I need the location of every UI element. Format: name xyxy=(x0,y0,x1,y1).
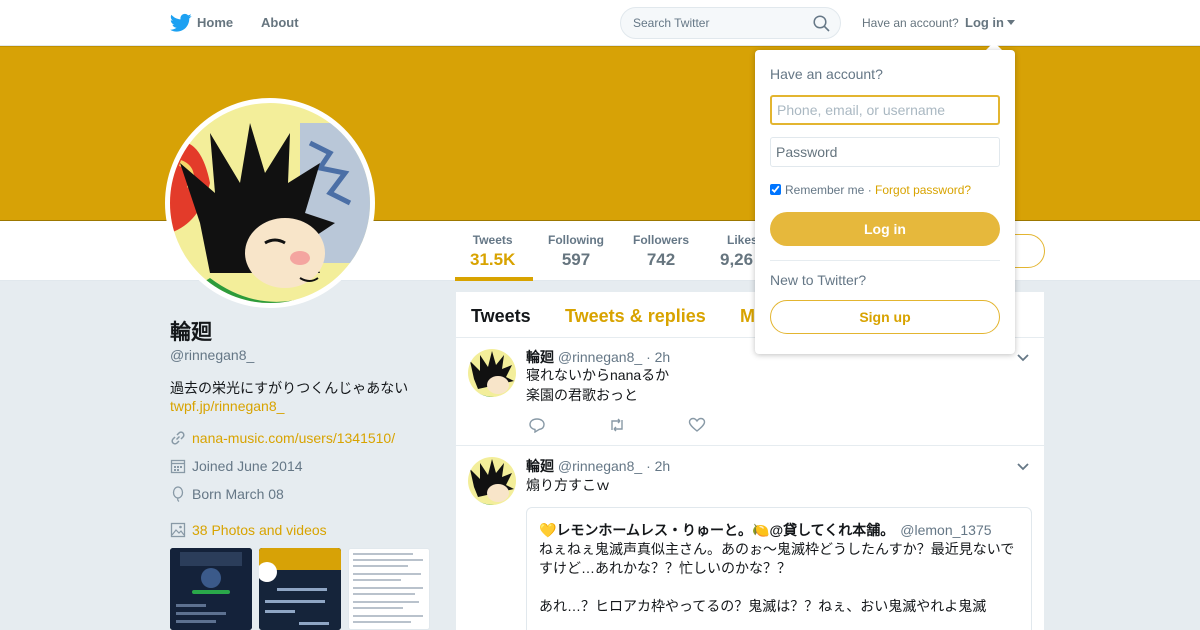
username-field[interactable] xyxy=(770,95,1000,125)
tab-tweets[interactable]: Tweets xyxy=(471,306,531,327)
profile-joined-row: Joined June 2014 xyxy=(170,458,303,474)
tweet-text-line: 寝れないからnanaるか xyxy=(526,367,670,383)
stat-likes[interactable]: Likes 9,26 xyxy=(720,233,758,270)
avatar-illustration xyxy=(170,103,370,303)
retweet-icon[interactable] xyxy=(608,417,626,433)
tweet-author-handle[interactable]: @rinnegan8_ xyxy=(558,349,642,365)
stat-followers[interactable]: Followers 742 xyxy=(633,233,689,270)
stat-label: Likes xyxy=(727,233,758,247)
nav-home-link[interactable]: Home xyxy=(197,15,233,30)
reply-icon[interactable] xyxy=(528,417,546,433)
tweet[interactable]: 輪廻 @rinnegan8_ · 2h 煽り方すこｗ 💛レモンホームレス・りゅー… xyxy=(456,447,1044,630)
tweet-author-name[interactable]: 輪廻 xyxy=(526,349,554,365)
media-thumbnail-image xyxy=(170,548,252,630)
forgot-password-link[interactable]: Forgot password? xyxy=(875,183,971,197)
tweet-text: 煽り方すこｗ xyxy=(526,475,610,495)
separator-dot: · xyxy=(867,183,872,197)
media-thumbnail-image xyxy=(259,548,341,630)
tweet-text: 寝れないからnanaるか 楽園の君歌おっと xyxy=(526,365,669,405)
tweet-avatar-image xyxy=(468,349,516,397)
divider xyxy=(770,260,1000,261)
profile-joined: Joined June 2014 xyxy=(192,458,303,474)
active-tab-underline xyxy=(455,277,533,281)
tweet-text-line: 煽り方すこｗ xyxy=(526,477,610,493)
chevron-down-icon[interactable] xyxy=(1016,462,1030,472)
search-icon[interactable] xyxy=(813,15,830,32)
tweet-timestamp[interactable]: · 2h xyxy=(646,458,670,474)
top-navigation: Home About Have an account? Log in xyxy=(0,0,1200,46)
quoted-tweet-header: 💛レモンホームレス・りゅーと。🍋@貸してくれ本舗。 @lemon_1375 xyxy=(539,520,992,540)
stat-label: Followers xyxy=(633,233,690,247)
media-thumbnail-image xyxy=(353,553,423,623)
caret-down-icon xyxy=(1007,20,1015,25)
profile-handle: @rinnegan8_ xyxy=(170,347,255,363)
twitter-bird-icon[interactable] xyxy=(170,13,192,33)
quoted-tweet-text: ねぇねぇ鬼滅声真似主さん。あのぉ〜鬼滅枠どうしたんすか？最近見ないですけど…あれ… xyxy=(539,541,1015,614)
tweet-avatar-image xyxy=(468,457,516,505)
remember-me-row: Remember me · Forgot password? xyxy=(770,183,971,197)
profile-website-link[interactable]: nana-music.com/users/1341510/ xyxy=(192,430,395,446)
tweet-header: 輪廻 @rinnegan8_ · 2h xyxy=(526,456,670,476)
quoted-tweet[interactable]: 💛レモンホームレス・りゅーと。🍋@貸してくれ本舗。 @lemon_1375 ねぇね… xyxy=(526,507,1032,630)
login-label: Log in xyxy=(965,15,1004,30)
search-box xyxy=(620,7,841,39)
stat-label: Tweets xyxy=(472,233,513,247)
search-input[interactable] xyxy=(621,8,801,38)
tweet-author-name[interactable]: 輪廻 xyxy=(526,458,554,474)
remember-me-label[interactable]: Remember me xyxy=(785,183,864,197)
quoted-author-handle: @lemon_1375 xyxy=(900,522,992,538)
tweet-timestamp[interactable]: · 2h xyxy=(646,349,670,365)
have-account-text: Have an account? xyxy=(862,16,959,30)
stat-value: 9,26 xyxy=(720,250,754,269)
media-thumbnail[interactable] xyxy=(259,548,341,630)
profile-website-row: nana-music.com/users/1341510/ xyxy=(170,430,395,446)
profile-born-row: Born March 08 xyxy=(170,486,284,502)
tab-media[interactable]: M xyxy=(740,306,755,327)
nav-about-link[interactable]: About xyxy=(261,15,299,30)
calendar-icon xyxy=(170,459,186,474)
photos-videos-link[interactable]: 38 Photos and videos xyxy=(192,522,327,538)
stat-value: 31.5K xyxy=(470,250,516,269)
quoted-author-name: 💛レモンホームレス・りゅーと。🍋@貸してくれ本舗。 xyxy=(539,522,895,538)
login-dropdown-toggle[interactable]: Log in xyxy=(965,15,1015,30)
photo-icon xyxy=(170,522,186,538)
link-icon xyxy=(171,431,185,445)
photos-videos-row[interactable]: 38 Photos and videos xyxy=(170,522,327,538)
login-button[interactable]: Log in xyxy=(770,212,1000,246)
profile-name: 輪廻 xyxy=(170,321,212,344)
password-field[interactable] xyxy=(770,137,1000,167)
stat-tweets[interactable]: Tweets 31.5K xyxy=(470,233,515,270)
dropdown-title: Have an account? xyxy=(770,66,883,82)
tab-tweets-replies[interactable]: Tweets & replies xyxy=(565,306,706,327)
balloon-icon xyxy=(172,486,184,502)
tweet-avatar[interactable] xyxy=(468,349,516,397)
like-heart-icon[interactable] xyxy=(688,417,706,433)
profile-avatar[interactable] xyxy=(165,98,375,308)
stat-following[interactable]: Following 597 xyxy=(548,233,604,270)
tweet-author-handle[interactable]: @rinnegan8_ xyxy=(558,458,642,474)
tweet-avatar[interactable] xyxy=(468,457,516,505)
media-thumbnail[interactable] xyxy=(170,548,252,630)
remember-me-checkbox[interactable] xyxy=(770,184,781,195)
stat-value: 597 xyxy=(561,250,591,269)
stat-label: Following xyxy=(548,233,604,247)
new-to-twitter-text: New to Twitter? xyxy=(770,272,867,288)
signup-button[interactable]: Sign up xyxy=(770,300,1000,334)
profile-bio-link[interactable]: twpf.jp/rinnegan8_ xyxy=(170,398,284,414)
chevron-down-icon[interactable] xyxy=(1016,353,1030,363)
stat-value: 742 xyxy=(646,250,676,269)
profile-bio: 過去の栄光にすがりつくんじゃあない xyxy=(170,380,409,396)
login-dropdown: Have an account? Remember me · Forgot pa… xyxy=(755,50,1015,354)
tweet-text-line: 楽園の君歌おっと xyxy=(526,387,638,403)
media-thumbnail[interactable] xyxy=(348,548,430,630)
tweet-header: 輪廻 @rinnegan8_ · 2h xyxy=(526,347,670,367)
tweet[interactable]: 輪廻 @rinnegan8_ · 2h 寝れないからnanaるか 楽園の君歌おっ… xyxy=(456,339,1044,446)
profile-born: Born March 08 xyxy=(192,486,284,502)
